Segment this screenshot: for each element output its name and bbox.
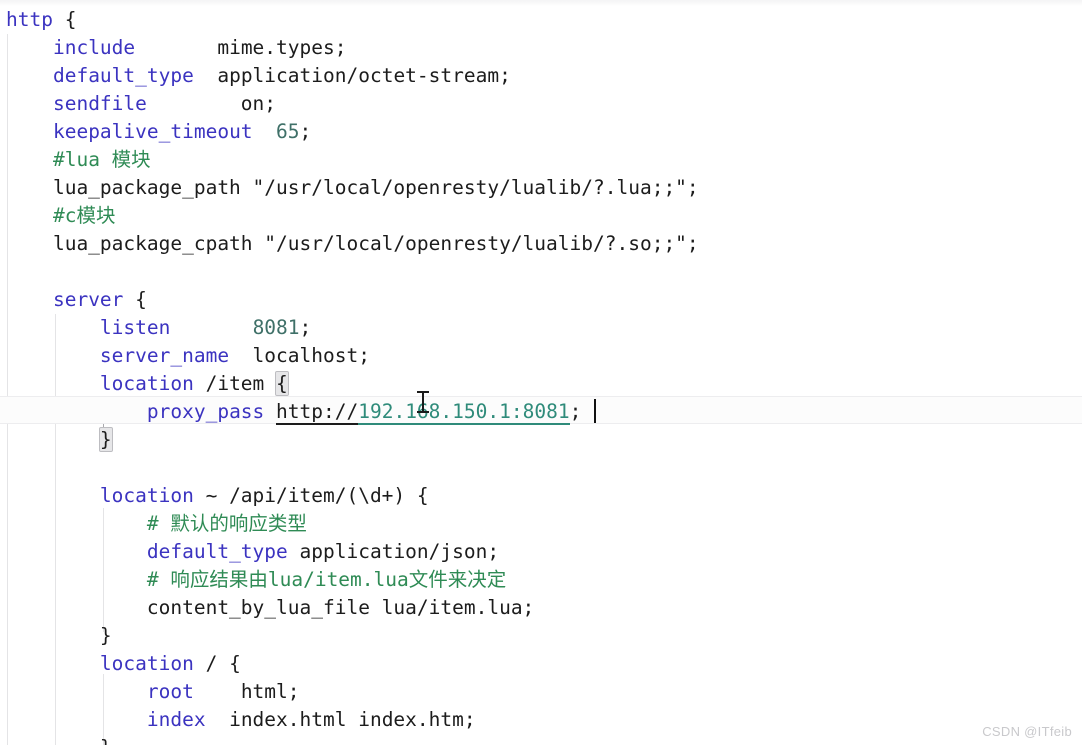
code-line[interactable]: # 响应结果由lua/item.lua文件来决定 — [0, 566, 1082, 594]
code-line[interactable]: } — [0, 734, 1082, 745]
code-token: } — [6, 736, 112, 745]
code-line[interactable]: server_name localhost; — [0, 342, 1082, 370]
code-token: location — [99, 484, 194, 507]
code-token: 65 — [276, 120, 300, 143]
code-line[interactable]: proxy_pass http://192.168.150.1:8081; — [0, 398, 1082, 426]
code-token: #c模块 — [52, 204, 116, 227]
code-line[interactable]: #lua 模块 — [0, 146, 1082, 174]
code-line[interactable]: index index.html index.htm; — [0, 706, 1082, 734]
code-token: location — [99, 652, 194, 675]
code-token: server — [52, 288, 124, 311]
code-token: } — [6, 624, 112, 647]
code-line[interactable]: # 默认的响应类型 — [0, 510, 1082, 538]
code-token: } — [98, 427, 113, 452]
code-token: application/octet-stream; — [193, 64, 511, 87]
code-token: sendfile — [52, 92, 147, 115]
code-editor-viewport[interactable]: http { include mime.types; default_type … — [0, 0, 1082, 745]
code-line[interactable] — [0, 454, 1082, 482]
code-token: 192.168.150.1:8081 — [358, 400, 570, 425]
code-token: on; — [146, 92, 277, 115]
code-line[interactable]: listen 8081; — [0, 314, 1082, 342]
code-line[interactable]: http { — [0, 6, 1082, 34]
code-token: http — [6, 8, 53, 31]
code-token: keepalive_timeout — [52, 120, 253, 143]
code-token: application/json; — [287, 540, 500, 563]
code-token: index — [146, 708, 206, 731]
code-line[interactable]: server { — [0, 286, 1082, 314]
code-line[interactable]: keepalive_timeout 65; — [0, 118, 1082, 146]
code-line[interactable]: lua_package_path "/usr/local/openresty/l… — [0, 174, 1082, 202]
code-token: { — [123, 288, 147, 311]
code-token: # 响应结果由lua/item.lua文件来决定 — [146, 568, 507, 591]
code-token: listen — [99, 316, 171, 339]
code-token: /item — [193, 372, 277, 395]
code-token: ; — [299, 316, 312, 339]
code-line[interactable]: default_type application/json; — [0, 538, 1082, 566]
code-line[interactable]: location /item { — [0, 370, 1082, 398]
code-token: root — [146, 680, 194, 703]
code-token: / { — [193, 652, 241, 675]
code-token: default_type — [52, 64, 194, 87]
code-token: http:// — [276, 400, 359, 425]
code-token: localhost; — [229, 344, 370, 367]
code-token: ; — [569, 400, 582, 423]
code-line[interactable]: default_type application/octet-stream; — [0, 62, 1082, 90]
code-token: html; — [193, 680, 300, 703]
code-line[interactable]: location ~ /api/item/(\d+) { — [0, 482, 1082, 510]
code-token: default_type — [146, 540, 288, 563]
code-token: #lua 模块 — [52, 148, 151, 171]
code-token: proxy_pass — [146, 400, 265, 423]
code-line[interactable]: #c模块 — [0, 202, 1082, 230]
code-token: content_by_lua_file lua/item.lua; — [6, 596, 535, 619]
code-token: { — [275, 371, 289, 396]
code-token: ; — [299, 120, 312, 143]
code-token: { — [52, 8, 77, 31]
code-token: # 默认的响应类型 — [146, 512, 307, 535]
code-token: 8081 — [252, 316, 300, 339]
code-line[interactable]: root html; — [0, 678, 1082, 706]
code-line[interactable]: } — [0, 426, 1082, 454]
code-token: mime.types; — [135, 36, 347, 59]
code-line[interactable] — [0, 258, 1082, 286]
code-token: lua_package_cpath "/usr/local/openresty/… — [6, 232, 699, 255]
code-token: server_name — [99, 344, 230, 367]
code-token: include — [52, 36, 136, 59]
code-token: location — [99, 372, 194, 395]
code-line[interactable]: } — [0, 622, 1082, 650]
code-token: ~ /api/item/(\d+) { — [193, 484, 429, 507]
code-token: lua_package_path "/usr/local/openresty/l… — [6, 176, 699, 199]
code-token: index.html index.htm; — [205, 708, 476, 731]
code-line[interactable]: sendfile on; — [0, 90, 1082, 118]
code-line[interactable]: content_by_lua_file lua/item.lua; — [0, 594, 1082, 622]
code-line[interactable]: lua_package_cpath "/usr/local/openresty/… — [0, 230, 1082, 258]
csdn-watermark: CSDN @ITfeib — [982, 724, 1072, 739]
code-line[interactable]: include mime.types; — [0, 34, 1082, 62]
code-line[interactable]: location / { — [0, 650, 1082, 678]
code-text-layer[interactable]: http { include mime.types; default_type … — [0, 6, 1082, 745]
